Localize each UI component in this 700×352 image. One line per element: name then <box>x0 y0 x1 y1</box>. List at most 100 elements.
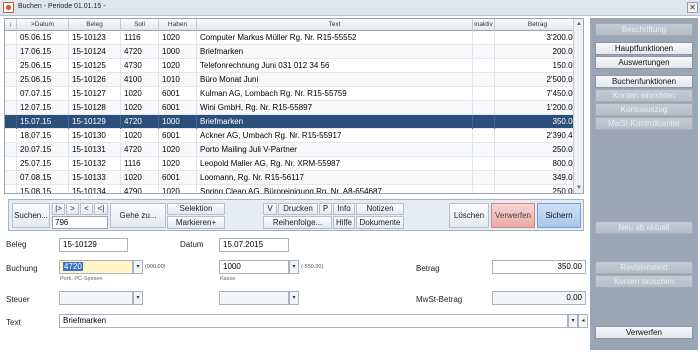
cell-text: Leopold Maller AG, Rg. Nr. XRM-55987 <box>197 157 473 171</box>
cell-datum: 20.07.15 <box>17 143 69 157</box>
col-header-datum[interactable]: >Datum <box>17 19 69 31</box>
haben-dropdown-icon[interactable]: ▾ <box>289 260 299 274</box>
neu-ab-aktuell-button[interactable]: Neu ab aktuell <box>595 221 693 234</box>
col-header-inaktiv[interactable]: inaktiv <box>473 19 495 31</box>
cell-soll: 4730 <box>121 59 159 73</box>
text-lookup-icon[interactable]: ◂ <box>578 314 588 328</box>
kontoauszug-button[interactable]: Kontoauszug <box>595 103 693 116</box>
notizen-button[interactable]: Notizen <box>356 203 404 215</box>
steuer-account-field[interactable] <box>219 291 289 305</box>
cell-inaktiv <box>473 31 495 45</box>
cell-haben: 1020 <box>159 157 197 171</box>
suchen-button[interactable]: Suchen... <box>12 203 50 228</box>
cell-soll: 1020 <box>121 87 159 101</box>
cell-beleg: 15-10128 <box>69 101 121 115</box>
row-marker <box>5 129 17 143</box>
betrag-label: Betrag <box>416 264 440 273</box>
markieren-button[interactable]: Markieren+ <box>167 216 225 229</box>
cell-betrag: 250.00 <box>495 185 581 193</box>
table-row[interactable]: 05.06.15 15-10123 1116 1020 Computer Mar… <box>5 31 581 45</box>
row-marker <box>5 101 17 115</box>
table-row-selected[interactable]: 15.07.15 15-10129 4720 1000 Briefmarken … <box>5 115 581 129</box>
col-header-betrag[interactable]: Betrag <box>495 19 581 31</box>
row-marker <box>5 171 17 185</box>
nav-next-button[interactable]: > <box>66 203 79 215</box>
mwst-kontrollcenter-button[interactable]: MwSt-Kontrollcenter <box>595 117 693 130</box>
record-number-field[interactable]: 796 <box>52 216 108 229</box>
sichern-button[interactable]: Sichern <box>537 203 581 228</box>
hauptfunktionen-button[interactable]: Hauptfunktionen <box>595 42 693 55</box>
steuer-account-dropdown-icon[interactable]: ▾ <box>289 291 299 305</box>
booking-text-field[interactable]: Briefmarken <box>59 314 568 328</box>
col-header-text[interactable]: Text <box>197 19 473 31</box>
sidebar-verwerfen-button[interactable]: Verwerfen <box>595 326 693 339</box>
cell-datum: 25.06.15 <box>17 59 69 73</box>
cell-betrag: 7'450.00 <box>495 87 581 101</box>
cell-inaktiv <box>473 59 495 73</box>
beleg-field[interactable]: 15-10129 <box>59 238 128 252</box>
sort-icon[interactable]: ↓ <box>5 19 17 31</box>
reihenfolge-button[interactable]: Reihenfolge... <box>263 216 332 229</box>
nav-first-button[interactable]: |> <box>52 203 65 215</box>
konten-einrichten-button[interactable]: Konten einrichten <box>595 89 693 102</box>
table-row[interactable]: 07.08.15 15-10133 1020 6001 Loomann, Rg.… <box>5 171 581 185</box>
table-row[interactable]: 12.07.15 15-10128 1020 6001 Wini GmbH, R… <box>5 101 581 115</box>
table-row[interactable]: 25.07.15 15-10132 1116 1020 Leopold Mall… <box>5 157 581 171</box>
row-marker <box>5 185 17 193</box>
dokumente-button[interactable]: Dokumente <box>356 216 404 229</box>
cell-soll: 4720 <box>121 143 159 157</box>
cell-soll: 1020 <box>121 101 159 115</box>
konten-tauschen-button[interactable]: Konten tauschen <box>595 275 693 288</box>
col-header-beleg[interactable]: Beleg <box>69 19 121 31</box>
beschriftung-button[interactable]: Beschriftung <box>595 23 693 36</box>
gehe-zu-button[interactable]: Gehe zu... <box>110 203 166 228</box>
table-scrollbar[interactable]: ▲ ▼ <box>573 19 583 193</box>
col-header-soll[interactable]: Soll <box>121 19 159 31</box>
table-row[interactable]: 25.06.15 15-10125 4730 1020 Telefonrechn… <box>5 59 581 73</box>
nav-last-button[interactable]: <| <box>94 203 108 215</box>
datum-field[interactable]: 15.07.2015 <box>219 238 289 252</box>
row-marker <box>5 45 17 59</box>
auswertungen-button[interactable]: Auswertungen <box>595 56 693 69</box>
table-row[interactable]: 15.08.15 15-10134 4790 1020 Spring Clean… <box>5 185 581 193</box>
cell-soll: 4720 <box>121 115 159 129</box>
cell-inaktiv <box>473 171 495 185</box>
buchenfunktionen-button[interactable]: Buchenfunktionen <box>595 75 693 88</box>
drucken-button[interactable]: Drucken <box>278 203 318 215</box>
haben-account-field[interactable]: 1000 <box>219 260 289 274</box>
table-row[interactable]: 20.07.15 15-10131 4720 1020 Porto Mailin… <box>5 143 581 157</box>
cell-text: Loomann, Rg. Nr. R15-56117 <box>197 171 473 185</box>
soll-dropdown-icon[interactable]: ▾ <box>133 260 143 274</box>
mwst-betrag-field[interactable]: 0.00 <box>492 291 586 305</box>
loeschen-button[interactable]: Löschen <box>449 203 489 228</box>
cell-beleg: 15-10126 <box>69 73 121 87</box>
cell-beleg: 15-10129 <box>69 115 121 129</box>
cell-datum: 15.08.15 <box>17 185 69 193</box>
steuer-code-field[interactable] <box>59 291 133 305</box>
cell-datum: 25.07.15 <box>17 157 69 171</box>
table-row[interactable]: 18.07.15 15-10130 1020 6001 Ackner AG, U… <box>5 129 581 143</box>
nav-prev-button[interactable]: < <box>80 203 93 215</box>
selektion-button[interactable]: Selektion <box>167 203 225 215</box>
info-button[interactable]: Info <box>333 203 355 215</box>
betrag-field[interactable]: 350.00 <box>492 260 586 274</box>
cell-beleg: 15-10124 <box>69 45 121 59</box>
revisionstext-button[interactable]: Revisionstext <box>595 261 693 274</box>
cell-soll: 1020 <box>121 171 159 185</box>
v-button[interactable]: V <box>263 203 277 215</box>
action-toolbar: Suchen... |> > < <| 796 Gehe zu... Selek… <box>8 199 584 231</box>
scroll-up-icon[interactable]: ▲ <box>575 20 583 28</box>
verwerfen-button[interactable]: Verwerfen <box>491 203 535 228</box>
table-row[interactable]: 07.07.15 15-10127 1020 6001 Kulman AG, L… <box>5 87 581 101</box>
close-icon[interactable]: ✕ <box>687 2 698 13</box>
soll-account-field[interactable]: 4720 <box>59 260 133 274</box>
scroll-down-icon[interactable]: ▼ <box>575 184 583 192</box>
p-button[interactable]: P <box>319 203 332 215</box>
table-row[interactable]: 25.06.15 15-10126 4100 1010 Büro Monat J… <box>5 73 581 87</box>
hilfe-button[interactable]: Hilfe <box>333 216 355 229</box>
text-dropdown-icon[interactable]: ▾ <box>568 314 578 328</box>
table-row[interactable]: 17.06.15 15-10124 4720 1000 Briefmarken … <box>5 45 581 59</box>
steuer-code-dropdown-icon[interactable]: ▾ <box>133 291 143 305</box>
col-header-haben[interactable]: Haben <box>159 19 197 31</box>
cell-datum: 18.07.15 <box>17 129 69 143</box>
